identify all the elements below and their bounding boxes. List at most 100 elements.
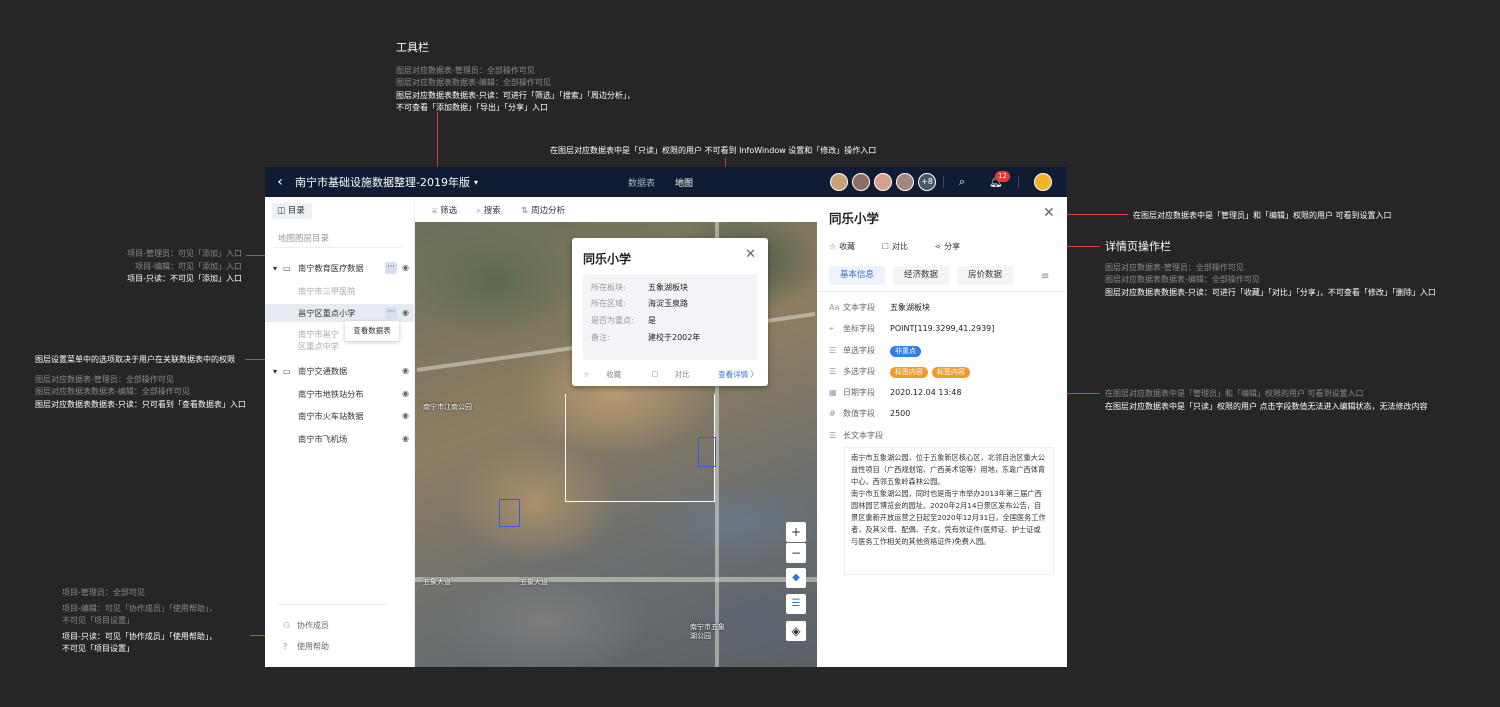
search-icon: ⌕ [476,206,481,216]
field-value[interactable]: 2500 [890,407,910,421]
caret-down-icon[interactable]: ▾ [273,259,277,277]
map-canvas[interactable]: 南宁市江南公园 五象大道 五象大道 南宁市五象 湖公园 + − ◆ ☰ ◈ 同乐… [415,222,817,667]
nearby-analysis-button[interactable]: ⇅ 周边分析 [521,204,565,216]
info-key: 所在区域: [591,299,626,308]
view-detail-link[interactable]: 查看详情 〉 [718,369,758,380]
user-avatar[interactable] [1034,173,1052,191]
layers-icon[interactable]: ◈ [786,621,806,641]
compare-button[interactable]: ☐ 对比 [652,370,704,379]
field-label: 数值字段 [843,409,875,418]
info-window-fields: 所在板块: 五象湖板块 所在区域: 海淀玉泉路 是否为重点: 是 备注: 建校于2002… [583,274,757,360]
info-key: 所在板块: [591,283,626,292]
eye-icon[interactable]: ◉ [402,407,409,425]
long-text-value[interactable]: 南宁市五象湖公园，位于五象新区核心区，北邻自治区重大公益性项目（广西规划馆、广西… [844,447,1054,575]
layer-item-school[interactable]: 邕宁区重点小学 ··· ◉ [265,304,414,322]
annotation-highlight: 图层对应数据表数据表-只读：可进行「筛选」「搜索」「周边分析」， [396,90,635,100]
tab-house-price-data[interactable]: 房价数据 [957,266,1014,285]
tab-map[interactable]: 地图 [675,176,693,189]
view-switcher: 数据表 地图 [628,176,693,189]
chevron-left-icon[interactable]: ‹ [265,174,295,190]
tab-economic-data[interactable]: 经济数据 [893,266,950,285]
layer-group-transport[interactable]: ▾ ▭ 南宁交通数据 ◉ [265,362,414,380]
close-icon[interactable]: ✕ [745,247,756,262]
field-value[interactable]: 标签内容 标签内容 [890,365,974,379]
selected-area [499,499,520,527]
annotation-highlight: 在图层对应数据表中是「只读」权限的用户 不可看到 InfoWindow 设置和「… [550,146,877,155]
close-icon[interactable]: ✕ [1043,205,1055,221]
annotation-line: 图层对应数据表-管理员：全部操作可见 [35,374,174,384]
sidebar: ◫ 目录 地图图层目录 ▾ ▭ 南宁教育医疗数据 ··· ◉ 南宁市三甲医院 邕… [265,197,415,667]
field-value[interactable]: 五象湖板块 [890,301,930,315]
zoom-out-button[interactable]: − [786,543,806,563]
annotation-line: 图层对应数据表数据表-编辑：全部操作可见 [35,387,190,396]
eye-icon[interactable]: ◉ [402,385,409,403]
filter-button[interactable]: ⩸ 筛选 [432,204,457,216]
collaborators-button[interactable]: ⚇ 协作成员 [283,620,329,631]
list-icon[interactable]: ☰ [786,594,806,614]
field-value[interactable]: POINT[119.3299,41.2939] [890,322,994,336]
layer-item-hospital[interactable]: 南宁市三甲医院 [265,282,414,300]
layer-group-edu[interactable]: ▾ ▭ 南宁教育医疗数据 ··· ◉ [265,259,414,277]
avatar[interactable] [830,173,848,191]
annotation-highlight: 项目-只读：可见「协作成员」「使用帮助」， [62,631,217,641]
eye-icon[interactable]: ◉ [402,362,409,380]
avatar-more-count[interactable]: +8 [918,173,936,191]
star-icon: ☆ [583,370,590,379]
field-number: # 数值字段 2500 [829,407,1059,421]
avatar[interactable] [896,173,914,191]
tag-icon[interactable]: ◆ [786,568,806,588]
layer-item-label: 南宁市地铁站分布 [298,389,364,399]
search-button[interactable]: ⌕ 搜索 [476,204,501,216]
layer-item-label: 南宁市三甲医院 [298,286,356,296]
layer-item-label: 邕宁区重点小学 [298,308,356,318]
eye-icon[interactable]: ◉ [402,304,409,322]
caret-down-icon[interactable]: ▾ [474,178,478,187]
more-icon[interactable]: ··· [385,307,397,319]
info-value: 五象湖板块 [648,283,688,292]
detail-title: 同乐小学 [829,211,880,226]
project-title[interactable]: 南宁市基础设施数据整理-2019年版 [295,174,470,190]
favorite-label: 收藏 [839,242,856,251]
layer-search-input[interactable]: 地图图层目录 [273,230,403,248]
layer-item-label: 南宁市邕宁 [298,329,339,339]
collaborator-avatars[interactable]: +8 [830,173,940,191]
share-button[interactable]: ⋖ 分享 [934,242,972,251]
layer-item-train[interactable]: 南宁市火车站数据 ◉ [265,407,414,425]
info-window-title: 同乐小学 [583,252,632,266]
text-icon: Aa [829,303,840,312]
annotation-line: 图层对应数据表-管理员：全部操作可见 [396,65,535,75]
menu-icon[interactable]: ≡ [1041,271,1049,282]
eye-icon[interactable]: ◉ [402,430,409,448]
filter-label: 筛选 [440,206,458,216]
school-boundary [565,394,715,502]
compare-button[interactable]: ☐ 对比 [882,242,920,251]
search-icon[interactable]: ⌕ [959,175,965,189]
zoom-in-button[interactable]: + [786,522,806,542]
favorite-button[interactable]: ☆ 收藏 [829,242,867,251]
help-button[interactable]: ? 使用帮助 [283,641,329,652]
help-icon: ? [283,642,288,651]
field-value[interactable]: 2020.12.04 13:48 [890,386,961,400]
field-value[interactable]: 非重点 [890,344,925,358]
avatar[interactable] [852,173,870,191]
tab-basic-info[interactable]: 基本信息 [829,266,886,285]
layer-item-airport[interactable]: 南宁市飞机场 ◉ [265,430,414,448]
caret-down-icon[interactable]: ▾ [273,362,277,380]
directory-button[interactable]: ◫ 目录 [272,203,312,219]
annotation-infowindow: 在图层对应数据表中是「只读」权限的用户 不可看到 InfoWindow 设置和「… [550,145,876,158]
annotation-connector [1060,214,1128,215]
selected-area [698,437,716,467]
checkbox-icon: ☐ [881,242,889,251]
app-window: ‹ 南宁市基础设施数据整理-2019年版 ▾ 数据表 地图 +8 ⌕ 🔔︎ 12… [265,167,1067,667]
map-label: 五象大道 [423,578,451,586]
more-icon[interactable]: ··· [385,262,397,274]
eye-icon[interactable]: ◉ [402,259,409,277]
favorite-button[interactable]: ☆ 收藏 [583,370,635,379]
menu-item-view-datasheet[interactable]: 查看数据表 [353,326,391,335]
avatar[interactable] [874,173,892,191]
layer-item-metro[interactable]: 南宁市地铁站分布 ◉ [265,385,414,403]
paragraph-icon: ☰ [829,431,837,440]
layer-item-label: 南宁市火车站数据 [298,411,364,421]
favorite-label: 收藏 [606,370,622,379]
tab-datasheet[interactable]: 数据表 [628,176,655,189]
